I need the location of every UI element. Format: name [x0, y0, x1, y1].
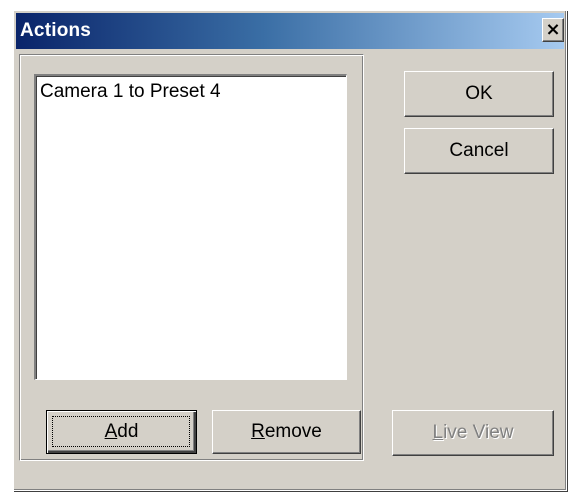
close-button[interactable]: ×: [542, 18, 564, 42]
live-view-button[interactable]: Live View: [392, 410, 554, 456]
title-bar[interactable]: Actions ×: [16, 13, 564, 49]
remove-button[interactable]: Remove: [212, 410, 361, 454]
ok-button-label: OK: [465, 83, 493, 104]
add-button[interactable]: Add: [46, 410, 197, 454]
actions-listbox[interactable]: Camera 1 to Preset 4: [34, 74, 347, 380]
live-view-button-label: Live View: [432, 422, 514, 443]
dialog-title: Actions: [20, 20, 92, 41]
ok-button[interactable]: OK: [404, 71, 554, 117]
cancel-button-label: Cancel: [449, 140, 509, 161]
cancel-button[interactable]: Cancel: [404, 128, 554, 174]
list-item[interactable]: Camera 1 to Preset 4: [40, 81, 221, 103]
add-button-label: Add: [104, 421, 139, 442]
remove-button-label: Remove: [251, 421, 322, 442]
close-icon: ×: [545, 19, 561, 40]
